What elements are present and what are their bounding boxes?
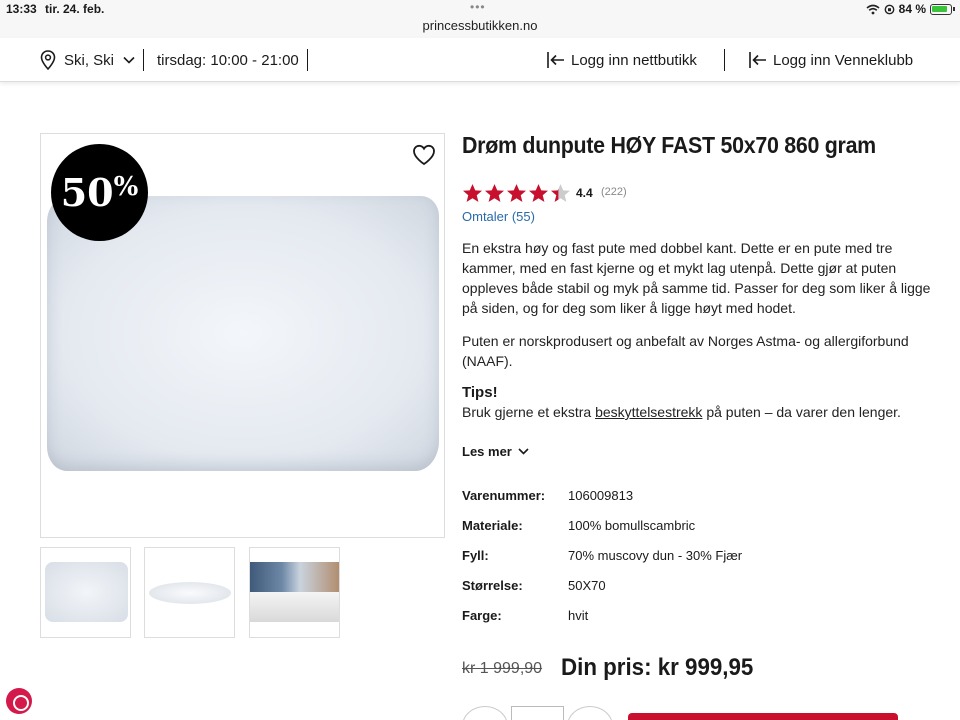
product-main-image[interactable]: 50% [40, 133, 445, 538]
status-time: 13:33 [6, 2, 37, 16]
rating-count: (222) [601, 186, 627, 198]
rating-value: 4.4 [576, 186, 593, 200]
site-logo-icon[interactable] [6, 688, 32, 714]
spec-row-material: Materiale: 100% bomullscambric [462, 518, 882, 538]
ios-status-bar: 13:33 tir. 24. feb. ••• princessbutikken… [0, 0, 960, 38]
store-selector[interactable]: Ski, Ski [40, 38, 135, 82]
rating-stars[interactable] [462, 183, 571, 203]
status-date: tir. 24. feb. [45, 2, 105, 16]
nav-divider [143, 49, 144, 71]
browser-menu-dots[interactable]: ••• [470, 0, 486, 14]
star-icon [463, 184, 482, 202]
chevron-down-icon [123, 56, 135, 64]
wifi-icon [866, 4, 880, 14]
star-filled [507, 184, 526, 202]
discount-symbol: % [113, 171, 139, 202]
tips-text-after: på puten – da varer den lenger. [702, 404, 901, 420]
spec-key: Materiale: [462, 518, 523, 533]
spec-row-sku: Varenummer: 106009813 [462, 488, 882, 508]
tips-heading: Tips! [462, 384, 498, 401]
star-filled [529, 184, 548, 202]
thumbnail-pillow-front [45, 562, 128, 622]
spec-key: Størrelse: [462, 578, 523, 593]
thumbnail-3[interactable] [249, 547, 340, 638]
status-indicators: 84 % [866, 2, 955, 16]
location-pin-icon [40, 50, 56, 70]
battery-icon [930, 3, 955, 15]
quantity-increase-button[interactable] [567, 706, 613, 720]
add-to-cart-button[interactable] [628, 713, 898, 720]
login-club-label: Logg inn Venneklubb [773, 51, 914, 69]
nav-divider [307, 49, 308, 71]
read-more-label: Les mer [462, 444, 512, 459]
star-icon [529, 184, 548, 202]
spec-row-size: Størrelse: 50X70 [462, 578, 882, 598]
login-arrow-icon [749, 52, 766, 68]
chevron-down-icon [518, 448, 529, 455]
read-more-toggle[interactable]: Les mer [462, 444, 529, 459]
login-webshop-label: Logg inn nettbutikk [571, 51, 697, 69]
spec-row-filling: Fyll: 70% muscovy dun - 30% Fjær [462, 548, 882, 568]
thumbnail-1[interactable] [40, 547, 131, 638]
product-description: En ekstra høy og fast pute med dobbel ka… [462, 238, 932, 384]
protective-cover-link[interactable]: beskyttelsestrekk [595, 404, 702, 420]
reviews-link[interactable]: Omtaler (55) [462, 209, 535, 224]
star-icon [551, 184, 570, 202]
login-webshop-link[interactable]: Logg inn nettbutikk [545, 38, 697, 82]
description-paragraph: Puten er norskprodusert og anbefalt av N… [462, 333, 909, 369]
description-paragraph: En ekstra høy og fast pute med dobbel ka… [462, 240, 931, 316]
heart-icon[interactable] [412, 144, 436, 166]
star-icon [485, 184, 504, 202]
login-club-link[interactable]: Logg inn Venneklubb [747, 38, 913, 82]
spec-value: hvit [568, 608, 589, 623]
old-price: kr 1 999,90 [462, 660, 543, 677]
star-filled [485, 184, 504, 202]
quantity-decrease-button[interactable] [462, 706, 508, 720]
spec-value: 100% bomullscambric [568, 518, 696, 533]
tips-text-before: Bruk gjerne et ekstra [462, 404, 596, 420]
store-hours: tirsdag: 10:00 - 21:00 [157, 51, 299, 69]
spec-value: 50X70 [568, 578, 606, 593]
spec-value: 106009813 [568, 488, 634, 503]
battery-percentage: 84 % [898, 2, 926, 16]
thumbnail-bed [250, 592, 339, 622]
spec-row-color: Farge: hvit [462, 608, 882, 628]
orientation-lock-icon [884, 4, 895, 14]
quantity-input[interactable] [511, 706, 564, 720]
spec-key: Varenummer: [462, 488, 546, 503]
nav-divider [724, 49, 725, 71]
discount-number: 50 [60, 170, 114, 215]
discount-badge: 50% [51, 144, 148, 241]
login-arrow-icon [547, 52, 564, 68]
product-title: Drøm dunpute HØY FAST 50x70 860 gram [462, 132, 876, 158]
spec-key: Farge: [462, 608, 502, 623]
star-icon [507, 184, 526, 202]
thumbnail-2[interactable] [144, 547, 235, 638]
spec-value: 70% muscovy dun - 30% Fjær [568, 548, 743, 563]
star-filled [463, 184, 482, 202]
tips-text: Bruk gjerne et ekstra beskyttelsestrekk … [462, 404, 901, 420]
address-bar-url[interactable]: princessbutikken.no [0, 18, 960, 33]
thumbnail-pillow-side [149, 582, 231, 604]
store-info-bar: Ski, Ski tirsdag: 10:00 - 21:00 Logg inn… [0, 38, 960, 82]
current-price: Din pris: kr 999,95 [561, 654, 754, 681]
spec-key: Fyll: [462, 548, 489, 563]
store-location: Ski, Ski [64, 51, 115, 69]
